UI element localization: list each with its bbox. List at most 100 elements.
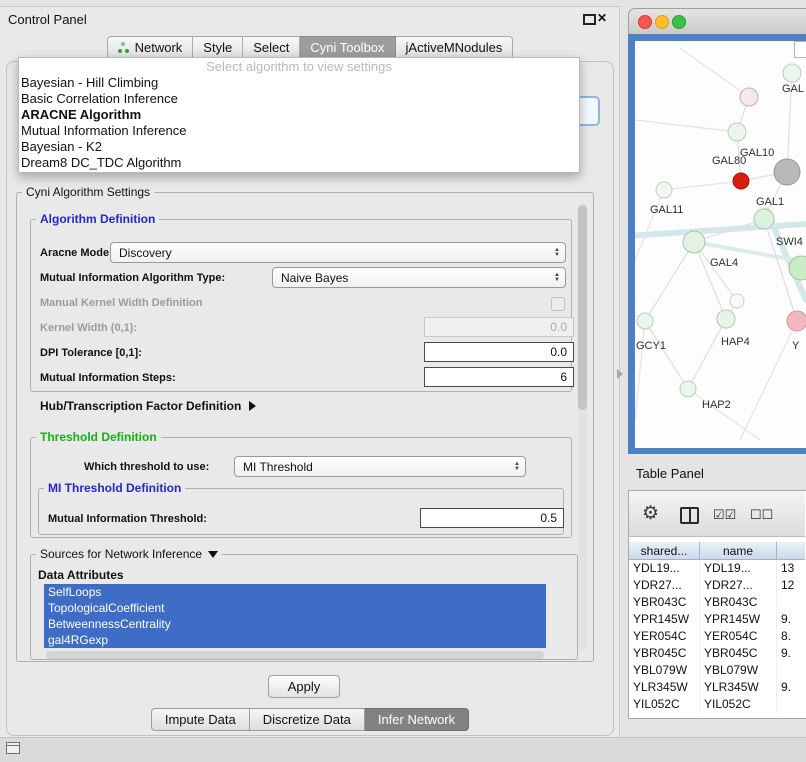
network-node-label: HAP4 bbox=[721, 336, 750, 348]
table-cell: YDR27... bbox=[700, 577, 777, 594]
data-attributes-label: Data Attributes bbox=[38, 568, 124, 582]
algorithm-option-bayesian-hill-climbing[interactable]: Bayesian - Hill Climbing bbox=[19, 75, 579, 91]
network-node[interactable] bbox=[774, 159, 800, 185]
manual-kernel-checkbox[interactable] bbox=[551, 297, 565, 311]
column-header-extra[interactable] bbox=[777, 542, 805, 560]
tab-cyni-toolbox[interactable]: Cyni Toolbox bbox=[300, 36, 395, 59]
table-row[interactable]: YBL079WYBL079W bbox=[629, 662, 805, 679]
attribute-item-betweennesscentrality[interactable]: BetweennessCentrality bbox=[44, 616, 546, 632]
network-node[interactable] bbox=[656, 182, 672, 198]
attribute-item-gal4rgexp[interactable]: gal4RGexp bbox=[44, 632, 546, 648]
aracne-mode-combo[interactable]: Discovery ▲ ▼ bbox=[110, 242, 566, 263]
table-cell bbox=[777, 696, 805, 713]
taskbar-panel-icon[interactable] bbox=[6, 742, 20, 754]
attribute-item-selfloops[interactable]: SelfLoops bbox=[44, 584, 546, 600]
table-cell: 8. bbox=[777, 628, 805, 645]
mi-type-combo[interactable]: Naive Bayes ▲ ▼ bbox=[272, 267, 566, 288]
attributes-hscrollbar[interactable] bbox=[46, 651, 544, 659]
network-node[interactable] bbox=[740, 88, 758, 106]
column-header-name[interactable]: name bbox=[700, 542, 777, 560]
table-cell: 13 bbox=[777, 560, 805, 577]
algorithm-option-dream8-dc-tdc-algorithm[interactable]: Dream8 DC_TDC Algorithm bbox=[19, 155, 579, 171]
table-cell: 9. bbox=[777, 679, 805, 696]
columns-icon[interactable] bbox=[680, 507, 699, 524]
which-threshold-label: Which threshold to use: bbox=[84, 461, 209, 473]
hub-section-header[interactable]: Hub/Transcription Factor Definition bbox=[40, 399, 256, 413]
network-node-label: SWI4 bbox=[776, 236, 803, 248]
attribute-item-topologicalcoefficient[interactable]: TopologicalCoefficient bbox=[44, 600, 546, 616]
algorithm-dropdown-popup: Select algorithm to view settings Bayesi… bbox=[18, 57, 580, 173]
table-row[interactable]: YIL052CYIL052C bbox=[629, 696, 805, 713]
network-node-label: GAL4 bbox=[710, 257, 738, 269]
network-edge bbox=[645, 242, 694, 321]
table-row[interactable]: YLR345WYLR345W9. bbox=[629, 679, 805, 696]
tab-network[interactable]: Network bbox=[107, 36, 194, 59]
table-row[interactable]: YER054CYER054C8. bbox=[629, 628, 805, 645]
stepper-down-icon: ▼ bbox=[554, 278, 560, 283]
mi-threshold-field[interactable]: 0.5 bbox=[420, 508, 564, 528]
deselect-rows-icon[interactable]: ☐☐ bbox=[750, 507, 773, 523]
tab-label: Network bbox=[135, 37, 183, 58]
combo-stepper-icon: ▲ ▼ bbox=[548, 273, 560, 283]
collapse-right-icon bbox=[249, 401, 256, 411]
window-close-button[interactable] bbox=[638, 15, 652, 29]
float-panel-icon[interactable] bbox=[583, 14, 596, 25]
column-header-shared[interactable]: shared... bbox=[629, 542, 700, 560]
network-icon bbox=[118, 42, 130, 53]
bottom-tab-discretize-data[interactable]: Discretize Data bbox=[250, 708, 365, 731]
table-cell: YBR045C bbox=[629, 645, 700, 662]
splitter-handle[interactable] bbox=[617, 369, 623, 379]
table-row[interactable]: YDR27...YDR27...12 bbox=[629, 577, 805, 594]
table-row[interactable]: YBR043CYBR043C bbox=[629, 594, 805, 611]
table-cell bbox=[777, 594, 805, 611]
network-node[interactable] bbox=[717, 310, 735, 328]
algorithm-option-basic-correlation-inference[interactable]: Basic Correlation Inference bbox=[19, 91, 579, 107]
algorithm-option-bayesian-k2[interactable]: Bayesian - K2 bbox=[19, 139, 579, 155]
network-node[interactable] bbox=[728, 123, 746, 141]
sources-section-header[interactable]: Sources for Network Inference bbox=[36, 547, 222, 561]
table-cell: YLR345W bbox=[700, 679, 777, 696]
network-edge bbox=[688, 319, 726, 389]
window-minimize-button[interactable] bbox=[655, 15, 669, 29]
apply-button[interactable]: Apply bbox=[268, 675, 340, 698]
network-canvas-svg[interactable]: GALGAL80GAL10GAL11GAL1SWI4GAL4GCY1HAP4HA… bbox=[635, 41, 806, 448]
which-threshold-combo[interactable]: MI Threshold ▲ ▼ bbox=[234, 456, 526, 477]
gear-icon[interactable]: ⚙ bbox=[642, 502, 659, 525]
settings-scrollbar-thumb[interactable] bbox=[578, 205, 587, 410]
network-edge bbox=[694, 242, 726, 319]
network-node-label: HAP2 bbox=[702, 399, 731, 411]
select-rows-icon[interactable]: ☑☑ bbox=[713, 507, 736, 523]
table-row[interactable]: YDL19...YDL19...13 bbox=[629, 560, 805, 577]
kernel-width-field[interactable]: 0.0 bbox=[424, 317, 574, 337]
algorithm-option-mutual-information-inference[interactable]: Mutual Information Inference bbox=[19, 123, 579, 139]
tab-select[interactable]: Select bbox=[243, 36, 300, 59]
window-zoom-button[interactable] bbox=[672, 15, 686, 29]
network-node[interactable] bbox=[783, 64, 801, 82]
network-scrollbox[interactable] bbox=[794, 41, 806, 58]
sources-section-label: Sources for Network Inference bbox=[40, 547, 202, 561]
tab-style[interactable]: Style bbox=[193, 36, 243, 59]
network-node[interactable] bbox=[683, 231, 705, 253]
steps-field[interactable]: 6 bbox=[424, 367, 574, 387]
attributes-list: SelfLoopsTopologicalCoefficientBetweenne… bbox=[44, 584, 546, 648]
algorithm-popup-items: Bayesian - Hill ClimbingBasic Correlatio… bbox=[19, 75, 579, 171]
tab-jactivemnodules[interactable]: jActiveMNodules bbox=[396, 36, 514, 59]
table-cell: 12 bbox=[777, 577, 805, 594]
bottom-tab-infer-network[interactable]: Infer Network bbox=[365, 708, 469, 731]
dpi-field[interactable]: 0.0 bbox=[424, 342, 574, 362]
table-cell: YDR27... bbox=[629, 577, 700, 594]
network-node[interactable] bbox=[637, 313, 653, 329]
network-node[interactable] bbox=[730, 294, 744, 308]
network-node[interactable] bbox=[754, 209, 774, 229]
bottom-tab-impute-data[interactable]: Impute Data bbox=[151, 708, 250, 731]
table-row[interactable]: YPR145WYPR145W9. bbox=[629, 611, 805, 628]
network-node[interactable] bbox=[787, 311, 806, 331]
tab-label: jActiveMNodules bbox=[406, 37, 503, 58]
network-node-label: GCY1 bbox=[636, 340, 666, 352]
table-row[interactable]: YBR045CYBR045C9. bbox=[629, 645, 805, 662]
network-node[interactable] bbox=[733, 173, 749, 189]
algorithm-option-aracne-algorithm[interactable]: ARACNE Algorithm bbox=[19, 107, 579, 123]
network-node[interactable] bbox=[680, 381, 696, 397]
close-panel-icon[interactable]: ✕ bbox=[597, 11, 607, 25]
network-edge bbox=[688, 389, 760, 440]
